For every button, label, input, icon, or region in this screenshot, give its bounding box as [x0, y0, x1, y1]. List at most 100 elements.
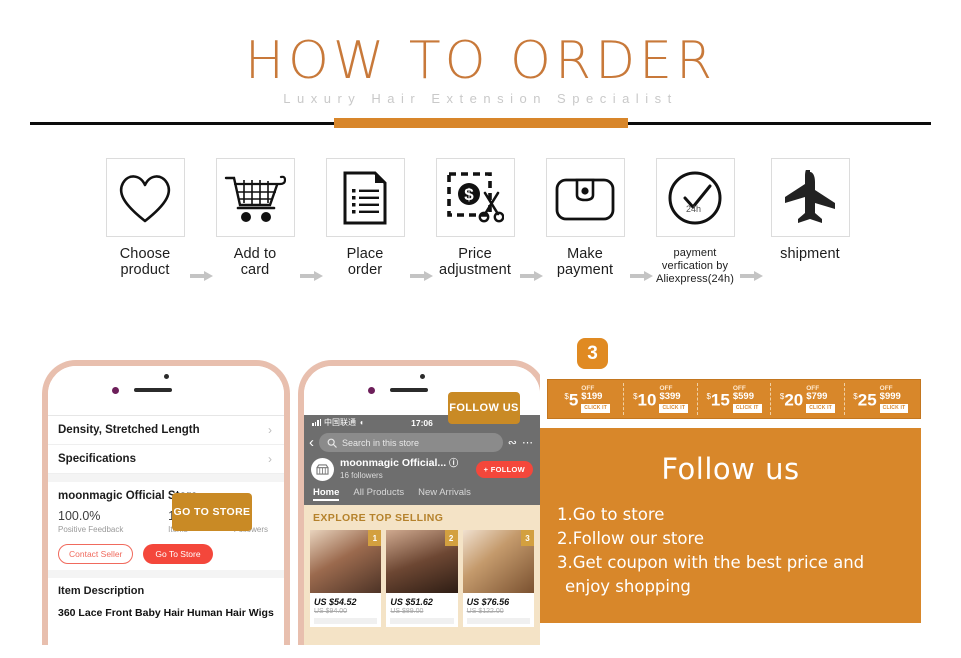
step-price-adjustment: $ Price adjustment [429, 158, 521, 278]
product-card[interactable]: 1 US $54.52 US $94.00 [310, 530, 382, 627]
coupon-click-badge[interactable]: CLICK IT [806, 403, 835, 413]
store-name: moonmagic Official... ⓘ [340, 457, 459, 469]
product-old-price: US $94.00 [314, 608, 348, 615]
coupon-scissors-icon: $ [435, 158, 515, 237]
coupon-amount: $15 [706, 390, 730, 410]
step-label: Choose product [99, 246, 191, 278]
clock-24h-text: 24h [686, 204, 701, 214]
coupon-item[interactable]: $5 OFF $199 CLICK IT [551, 383, 625, 415]
row-specifications[interactable]: Specifications › [48, 445, 284, 474]
instruction-item: 2.Follow our store [557, 529, 705, 548]
share-icon[interactable]: ∾ [508, 436, 517, 449]
step-label: payment verfication by Aliexpress(24h) [649, 247, 741, 286]
phone-camera-icon [112, 387, 119, 394]
store-text: moonmagic Official... ⓘ 16 followers [340, 457, 470, 481]
phone-sensor-dot [164, 374, 169, 379]
product-old-price: US $122.00 [466, 608, 504, 615]
coupon-click-badge[interactable]: CLICK IT [659, 403, 689, 413]
more-icon[interactable]: ⋯ [522, 436, 533, 449]
tab-home[interactable]: Home [313, 487, 340, 501]
header: HOW TO ORDER Luxury Hair Extension Speci… [0, 0, 961, 140]
coupon-details: OFF $999 CLICK IT [879, 385, 909, 413]
step-label-line1: Price [458, 246, 492, 262]
coupon-click-badge[interactable]: CLICK IT [732, 403, 762, 413]
heart-icon [105, 158, 185, 237]
step-number-badge: 3 [577, 338, 608, 369]
product-card[interactable]: 2 US $51.62 US $89.00 [386, 530, 458, 627]
follow-us-title: Follow us [661, 452, 800, 486]
phone-notch [48, 366, 284, 414]
status-time: 17:06 [411, 417, 433, 428]
coupon-item[interactable]: $20 OFF $799 CLICK IT [771, 383, 845, 415]
header-icons: ∾ ⋯ [508, 436, 533, 449]
stat-positive-feedback: 100.0% Positive Feedback [58, 509, 123, 535]
coupon-item[interactable]: $10 OFF $399 CLICK IT [624, 383, 698, 415]
search-input[interactable]: Search in this store [319, 433, 503, 452]
row-label: Specifications [58, 453, 136, 465]
callout-follow-us: FOLLOW US [448, 392, 520, 424]
coupon-min-spend: $999 [879, 391, 901, 403]
product-meta-placeholder [466, 618, 530, 624]
page-title: HOW TO ORDER [244, 31, 717, 91]
chevron-right-icon: › [268, 423, 272, 437]
step-payment-verification: 24h payment verfication by Aliexpress(24… [649, 158, 741, 286]
step-label-line1: Place [346, 246, 384, 262]
product-image: 1 [310, 530, 382, 593]
step-label-line1: shipment [780, 246, 840, 262]
coupon-details: OFF $199 CLICK IT [581, 385, 611, 413]
step-label: Make payment [539, 246, 631, 278]
carrier-label: 中国联通 [324, 418, 356, 427]
coupon-min-spend: $399 [659, 391, 681, 403]
page-subtitle: Luxury Hair Extension Specialist [283, 91, 678, 106]
store-tabs: Home All Products New Arrivals [304, 485, 540, 503]
coupon-click-badge[interactable]: CLICK IT [879, 403, 909, 413]
coupon-min-spend: $599 [732, 391, 754, 403]
divider-orange [334, 118, 628, 128]
go-to-store-button[interactable]: Go To Store [143, 544, 213, 564]
step-add-to-cart: Add to card [209, 158, 301, 278]
row-label: Density, Stretched Length [58, 424, 200, 436]
item-description-text: 360 Lace Front Baby Hair Human Hair Wigs [58, 607, 274, 619]
phone-mockup-product-page: Density, Stretched Length › Specificatio… [42, 360, 290, 645]
row-density[interactable]: Density, Stretched Length › [48, 416, 284, 445]
store-identity: moonmagic Official... ⓘ 16 followers + F… [304, 456, 540, 485]
coupon-amount: $5 [564, 390, 579, 410]
step-label-line2: verfication by [661, 260, 729, 272]
section-title-explore: EXPLORE TOP SELLING [313, 512, 444, 524]
coupon-item[interactable]: $15 OFF $599 CLICK IT [698, 383, 772, 415]
follow-us-panel: Follow us 1.Go to store 2.Follow our sto… [540, 428, 921, 623]
stat-caption: Positive Feedback [58, 525, 124, 534]
search-icon [327, 438, 337, 448]
back-icon[interactable]: ‹ [309, 435, 314, 450]
wallet-icon [545, 158, 625, 237]
search-row: ‹ Search in this store ∾ ⋯ [304, 430, 540, 456]
coupon-details: OFF $399 CLICK IT [659, 385, 689, 413]
follow-button[interactable]: + FOLLOW [475, 460, 533, 478]
store-header: 中国联通 ◖ 17:06 ‹ Search in this store ∾ ⋯ … [304, 415, 540, 505]
coupon-strip: $5 OFF $199 CLICK IT $10 OFF $399 CLICK … [547, 379, 921, 419]
tab-new-arrivals[interactable]: New Arrivals [418, 487, 471, 498]
section-gap [48, 474, 284, 482]
step-label-line1: payment [673, 247, 717, 259]
coupon-details: OFF $599 CLICK IT [732, 385, 762, 413]
step-label-line2: product [120, 262, 170, 278]
product-meta-placeholder [390, 618, 454, 624]
coupon-click-badge[interactable]: CLICK IT [581, 403, 611, 413]
instruction-item: 1.Go to store [557, 505, 665, 524]
section-gap [48, 570, 284, 578]
contact-seller-button[interactable]: Contact Seller [58, 544, 134, 564]
tab-all-products[interactable]: All Products [353, 487, 404, 498]
step-label: shipment [764, 246, 856, 262]
step-label-line3: Aliexpress(24h) [656, 273, 734, 285]
how-to-order-banner: HOW TO ORDER Luxury Hair Extension Speci… [0, 0, 961, 658]
product-card[interactable]: 3 US $76.56 US $122.00 [462, 530, 534, 627]
product-meta-placeholder [314, 618, 378, 624]
phone-speaker [134, 388, 172, 392]
phone-speaker [390, 388, 428, 392]
product-price: US $51.62 [390, 597, 433, 607]
item-description-section: Item Description 360 Lace Front Baby Hai… [48, 578, 284, 621]
coupon-item[interactable]: $25 OFF $999 CLICK IT [845, 383, 917, 415]
rank-badge: 2 [444, 530, 458, 546]
phone-camera-icon [368, 387, 375, 394]
step-label: Place order [319, 246, 411, 278]
